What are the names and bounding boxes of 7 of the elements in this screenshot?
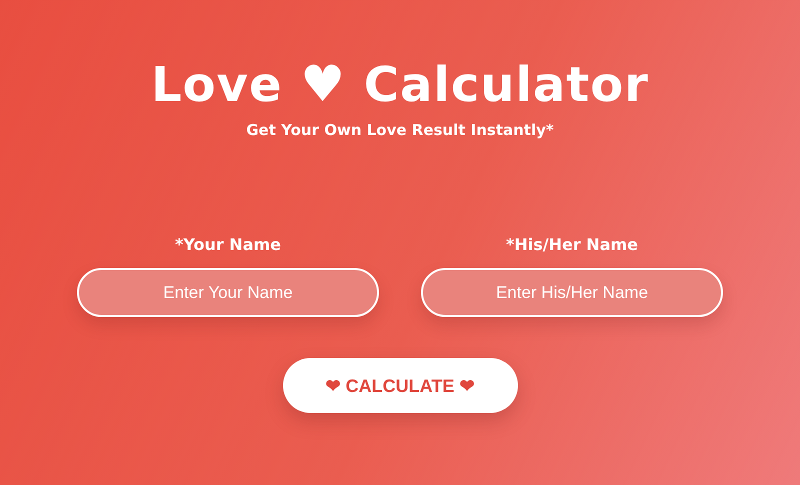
name-input[interactable]: Enter Your Name bbox=[77, 268, 379, 317]
field-label: *His/Her Name bbox=[506, 235, 638, 254]
field-label: *Your Name bbox=[174, 235, 282, 254]
page-title: Love ♥ Calculator bbox=[151, 54, 649, 115]
name-input[interactable]: Enter His/Her Name bbox=[421, 268, 723, 317]
calculate-button[interactable]: ❤ CALCULATE ❤ bbox=[282, 358, 518, 413]
subtitle: Get Your Own Love Result Instantly* bbox=[246, 121, 554, 139]
